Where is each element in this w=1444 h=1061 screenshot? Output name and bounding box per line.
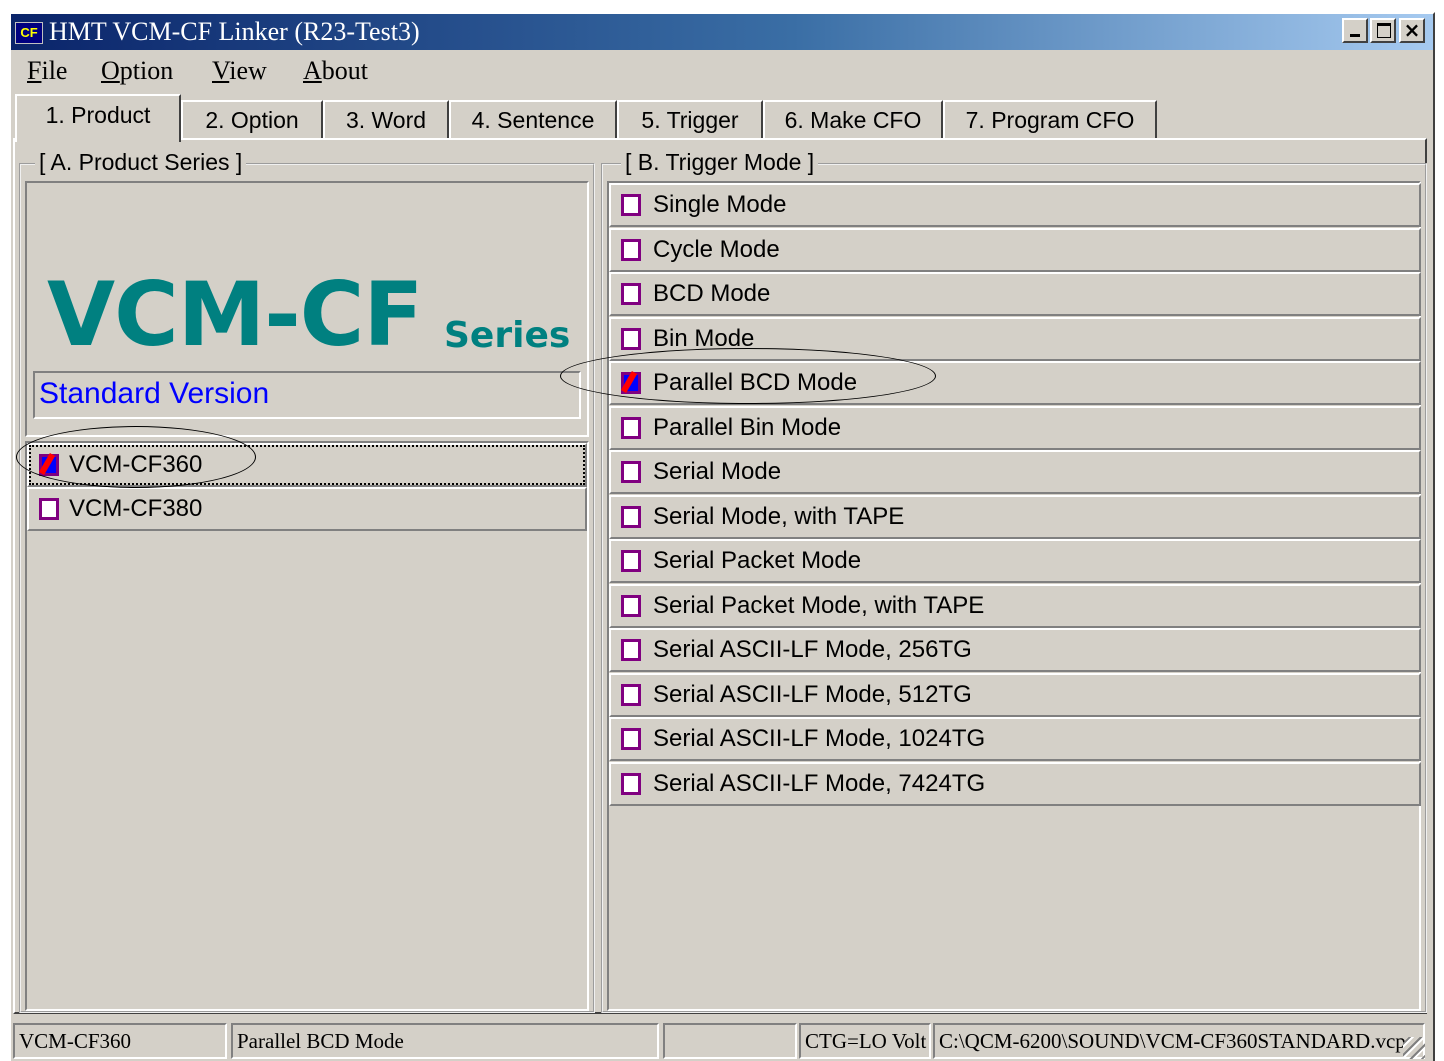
tab-sentence[interactable]: 4. Sentence bbox=[449, 100, 617, 140]
checkbox-icon[interactable] bbox=[621, 283, 641, 305]
list-item-serial-packet-mode[interactable]: Serial Packet Mode bbox=[609, 539, 1421, 583]
list-item-vcm-cf380[interactable]: VCM-CF380 bbox=[27, 487, 587, 531]
maximize-icon[interactable] bbox=[1370, 18, 1396, 43]
product-series-title: [ A. Product Series ] bbox=[35, 149, 247, 176]
tab-word[interactable]: 3. Word bbox=[323, 100, 449, 140]
list-item-ascii-512tg[interactable]: Serial ASCII-LF Mode, 512TG bbox=[609, 672, 1421, 717]
menu-file[interactable]: File bbox=[27, 56, 67, 86]
tab-make-cfo[interactable]: 6. Make CFO bbox=[763, 100, 943, 140]
list-item-bcd-mode[interactable]: BCD Mode bbox=[609, 272, 1421, 316]
tab-option[interactable]: 2. Option bbox=[181, 100, 323, 140]
tab-strip: 1. Product 2. Option 3. Word 4. Sentence… bbox=[11, 94, 1433, 142]
checkbox-icon[interactable] bbox=[621, 728, 641, 750]
list-item-single-mode[interactable]: Single Mode bbox=[609, 183, 1421, 227]
status-mode: Parallel BCD Mode bbox=[231, 1023, 659, 1059]
version-label: Standard Version bbox=[39, 377, 270, 410]
logo-panel: VCM-CF Series Standard Version bbox=[25, 181, 589, 437]
tab-product[interactable]: 1. Product bbox=[15, 94, 181, 142]
checkbox-icon[interactable] bbox=[621, 594, 641, 617]
menu-about[interactable]: About bbox=[303, 56, 368, 86]
logo-series: Series bbox=[444, 315, 571, 356]
list-item-serial-mode-tape[interactable]: Serial Mode, with TAPE bbox=[609, 494, 1421, 539]
checkbox-icon[interactable] bbox=[39, 498, 59, 520]
checkbox-icon[interactable] bbox=[621, 327, 641, 350]
checkbox-icon[interactable] bbox=[621, 505, 641, 528]
close-icon[interactable]: × bbox=[1399, 18, 1425, 43]
list-item-parallel-bcd-mode[interactable]: Parallel BCD Mode bbox=[609, 361, 1421, 405]
trigger-mode-title: [ B. Trigger Mode ] bbox=[621, 149, 819, 176]
trigger-mode-group: [ B. Trigger Mode ] Single Mode Cycle Mo… bbox=[601, 149, 1427, 1013]
checkbox-icon[interactable] bbox=[621, 683, 641, 706]
menu-view[interactable]: View bbox=[212, 56, 267, 86]
checkbox-icon[interactable] bbox=[39, 454, 59, 476]
checkbox-icon[interactable] bbox=[621, 461, 641, 483]
list-item-ascii-256tg[interactable]: Serial ASCII-LF Mode, 256TG bbox=[609, 628, 1421, 672]
tab-panel: [ A. Product Series ] VCM-CF Series Stan… bbox=[13, 138, 1427, 1014]
status-path: C:\QCM-6200\SOUND\VCM-CF360STANDARD.vcp bbox=[933, 1023, 1425, 1059]
list-item-serial-mode[interactable]: Serial Mode bbox=[609, 450, 1421, 494]
list-item-bin-mode[interactable]: Bin Mode bbox=[609, 316, 1421, 361]
checkbox-icon[interactable] bbox=[621, 639, 641, 661]
menu-option[interactable]: Option bbox=[101, 56, 173, 86]
checkbox-icon[interactable] bbox=[621, 550, 641, 572]
list-item-parallel-bin-mode[interactable]: Parallel Bin Mode bbox=[609, 405, 1421, 450]
status-product: VCM-CF360 bbox=[13, 1023, 227, 1059]
logo-vcm-cf: VCM-CF bbox=[47, 263, 423, 366]
checkbox-icon[interactable] bbox=[621, 416, 641, 439]
product-series-group: [ A. Product Series ] VCM-CF Series Stan… bbox=[19, 149, 595, 1013]
checkbox-icon[interactable] bbox=[621, 238, 641, 261]
version-box: Standard Version bbox=[33, 371, 581, 419]
product-list: VCM-CF360 VCM-CF380 bbox=[25, 441, 589, 1011]
resize-grip-icon[interactable] bbox=[1403, 1037, 1425, 1059]
checkbox-icon[interactable] bbox=[621, 194, 641, 216]
status-bar: VCM-CF360 Parallel BCD Mode CTG=LO Volt … bbox=[11, 1021, 1427, 1061]
status-blank bbox=[663, 1023, 797, 1059]
minimize-icon[interactable] bbox=[1342, 18, 1368, 43]
title-bar[interactable]: CF HMT VCM-CF Linker (R23-Test3) × bbox=[11, 14, 1433, 50]
list-item-ascii-1024tg[interactable]: Serial ASCII-LF Mode, 1024TG bbox=[609, 717, 1421, 761]
tab-trigger[interactable]: 5. Trigger bbox=[617, 100, 763, 140]
list-item-vcm-cf360[interactable]: VCM-CF360 bbox=[27, 443, 587, 487]
tab-program-cfo[interactable]: 7. Program CFO bbox=[943, 100, 1157, 140]
app-window: CF HMT VCM-CF Linker (R23-Test3) × File … bbox=[9, 12, 1435, 1061]
checkbox-icon[interactable] bbox=[621, 372, 641, 394]
menu-bar: File Option View About bbox=[11, 52, 1433, 92]
window-title: HMT VCM-CF Linker (R23-Test3) bbox=[49, 17, 420, 46]
status-ctg: CTG=LO Volt bbox=[799, 1023, 931, 1059]
list-item-ascii-7424tg[interactable]: Serial ASCII-LF Mode, 7424TG bbox=[609, 761, 1421, 806]
app-icon[interactable]: CF bbox=[15, 22, 43, 44]
checkbox-icon[interactable] bbox=[621, 772, 641, 795]
trigger-mode-list: Single Mode Cycle Mode BCD Mode Bin Mode… bbox=[607, 181, 1421, 1011]
list-item-cycle-mode[interactable]: Cycle Mode bbox=[609, 227, 1421, 272]
list-item-serial-packet-mode-tape[interactable]: Serial Packet Mode, with TAPE bbox=[609, 583, 1421, 628]
